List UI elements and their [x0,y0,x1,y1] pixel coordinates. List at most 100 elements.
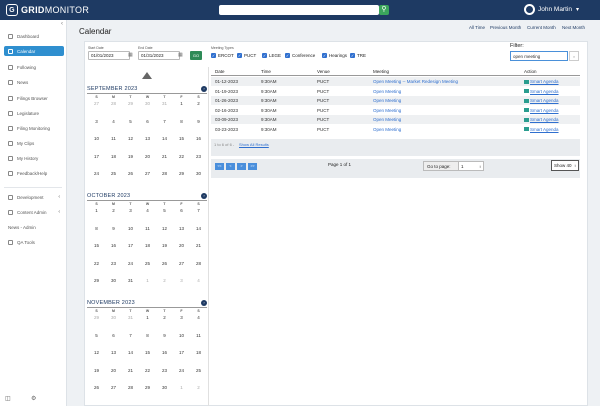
calendar-day[interactable]: 2 [105,208,122,213]
calendar-day[interactable]: 17 [122,243,139,248]
calendar-day[interactable]: 4 [105,119,122,124]
calendar-day[interactable]: 23 [190,154,207,159]
calendar-icon[interactable]: ▦ [178,52,183,58]
calendar-day[interactable]: 25 [139,261,156,266]
page-size-select[interactable]: Show 40 ↕ [551,160,579,171]
sidebar-item-qa-tools[interactable]: QA Tools [4,237,64,247]
calendar-day[interactable]: 17 [88,154,105,159]
calendar-day[interactable]: 1 [88,208,105,213]
filter-hearings-checkbox[interactable]: ✓ Hearings [322,53,347,58]
calendar-day[interactable]: 5 [122,119,139,124]
prev-page-button[interactable]: < [226,163,235,170]
calendar-day[interactable]: 23 [105,261,122,266]
calendar-day[interactable]: 9 [190,119,207,124]
go-to-page-input[interactable]: 1 ↕ [458,161,484,172]
app-logo[interactable]: G GRID MONITOR [6,4,89,16]
calendar-day[interactable]: 28 [190,261,207,266]
calendar-day[interactable]: 1 [139,278,156,283]
calendar-day[interactable]: 12 [156,226,173,231]
link-current-month[interactable]: Current Month [527,25,556,30]
calendar-day[interactable]: 30 [139,101,156,106]
column-header-venue[interactable]: Venue [317,69,330,74]
calendar-day[interactable]: 4 [139,208,156,213]
calendar-day[interactable]: 25 [190,368,207,373]
link-previous-month[interactable]: Previous Month [490,25,521,30]
calendar-day[interactable]: 28 [156,171,173,176]
first-page-button[interactable]: << [215,163,224,170]
calendar-day[interactable]: 25 [105,171,122,176]
calendar-day[interactable]: 6 [173,208,190,213]
smart-agenda-link[interactable]: Smart Agenda [530,127,559,132]
calendar-day[interactable]: 12 [88,350,105,355]
calendar-day[interactable]: 6 [105,333,122,338]
calendar-icon[interactable]: ▦ [128,52,133,58]
calendar-day[interactable]: 28 [122,385,139,390]
calendar-day[interactable]: 19 [156,243,173,248]
sidebar-item-dashboard[interactable]: Dashboard [4,31,64,41]
global-search-input[interactable] [219,5,379,15]
filter-lege-checkbox[interactable]: ✓ LEGE [262,53,281,58]
calendar-day[interactable]: 16 [190,136,207,141]
meeting-link[interactable]: Open Meeting [373,98,401,103]
calendar-day[interactable]: 1 [173,385,190,390]
calendar-day[interactable]: 31 [122,315,139,320]
calendar-day[interactable]: 20 [173,243,190,248]
calendar-day[interactable]: 29 [173,171,190,176]
sidebar-item-my-clips[interactable]: My Clips [4,138,64,148]
smart-agenda-link[interactable]: Smart Agenda [530,108,559,113]
calendar-day[interactable]: 30 [105,315,122,320]
calendar-day[interactable]: 6 [139,119,156,124]
calendar-day[interactable]: 22 [88,261,105,266]
link-all-time[interactable]: All Time [469,25,485,30]
calendar-day[interactable]: 15 [173,136,190,141]
calendar-day[interactable]: 10 [88,136,105,141]
collapse-arrow-icon[interactable] [142,72,152,79]
calendar-day[interactable]: 11 [190,333,207,338]
calendar-day[interactable]: 27 [173,261,190,266]
settings-icon[interactable]: ⚙ [31,395,36,402]
calendar-day[interactable]: 8 [173,119,190,124]
next-month-icon[interactable]: › [201,300,207,306]
calendar-day[interactable]: 9 [105,226,122,231]
calendar-day[interactable]: 7 [190,208,207,213]
calendar-day[interactable]: 26 [88,385,105,390]
go-button[interactable]: GO [190,51,202,60]
calendar-day[interactable]: 13 [105,350,122,355]
calendar-day[interactable]: 3 [88,119,105,124]
calendar-day[interactable]: 29 [122,101,139,106]
calendar-day[interactable]: 27 [105,385,122,390]
calendar-day[interactable]: 1 [173,101,190,106]
calendar-day[interactable]: 2 [190,101,207,106]
calendar-day[interactable]: 27 [139,171,156,176]
calendar-day[interactable]: 21 [156,154,173,159]
sidebar-item-calendar[interactable]: Calendar [4,46,64,56]
next-page-button[interactable]: > [237,163,246,170]
smart-agenda-link[interactable]: Smart Agenda [530,79,559,84]
calendar-day[interactable]: 5 [88,333,105,338]
calendar-day[interactable]: 31 [156,101,173,106]
calendar-day[interactable]: 16 [105,243,122,248]
calendar-day[interactable]: 5 [156,208,173,213]
calendar-day[interactable]: 30 [190,171,207,176]
calendar-day[interactable]: 18 [139,243,156,248]
calendar-day[interactable]: 11 [105,136,122,141]
calendar-day[interactable]: 12 [122,136,139,141]
calendar-day[interactable]: 22 [139,368,156,373]
calendar-day[interactable]: 28 [105,101,122,106]
calendar-day[interactable]: 4 [190,278,207,283]
calendar-day[interactable]: 4 [190,315,207,320]
smart-agenda-link[interactable]: Smart Agenda [530,89,559,94]
calendar-day[interactable]: 15 [88,243,105,248]
calendar-day[interactable]: 14 [190,226,207,231]
calendar-day[interactable]: 11 [139,226,156,231]
filter-conference-checkbox[interactable]: ✓ Conference [285,53,315,58]
sidebar-item-following[interactable]: Following [4,62,64,72]
calendar-day[interactable]: 29 [88,278,105,283]
calendar-day[interactable]: 7 [156,119,173,124]
clear-filter-button[interactable]: × [569,51,579,61]
calendar-day[interactable]: 14 [122,350,139,355]
calendar-day[interactable]: 8 [139,333,156,338]
calendar-day[interactable]: 3 [173,278,190,283]
calendar-day[interactable]: 19 [88,368,105,373]
calendar-day[interactable]: 10 [122,226,139,231]
